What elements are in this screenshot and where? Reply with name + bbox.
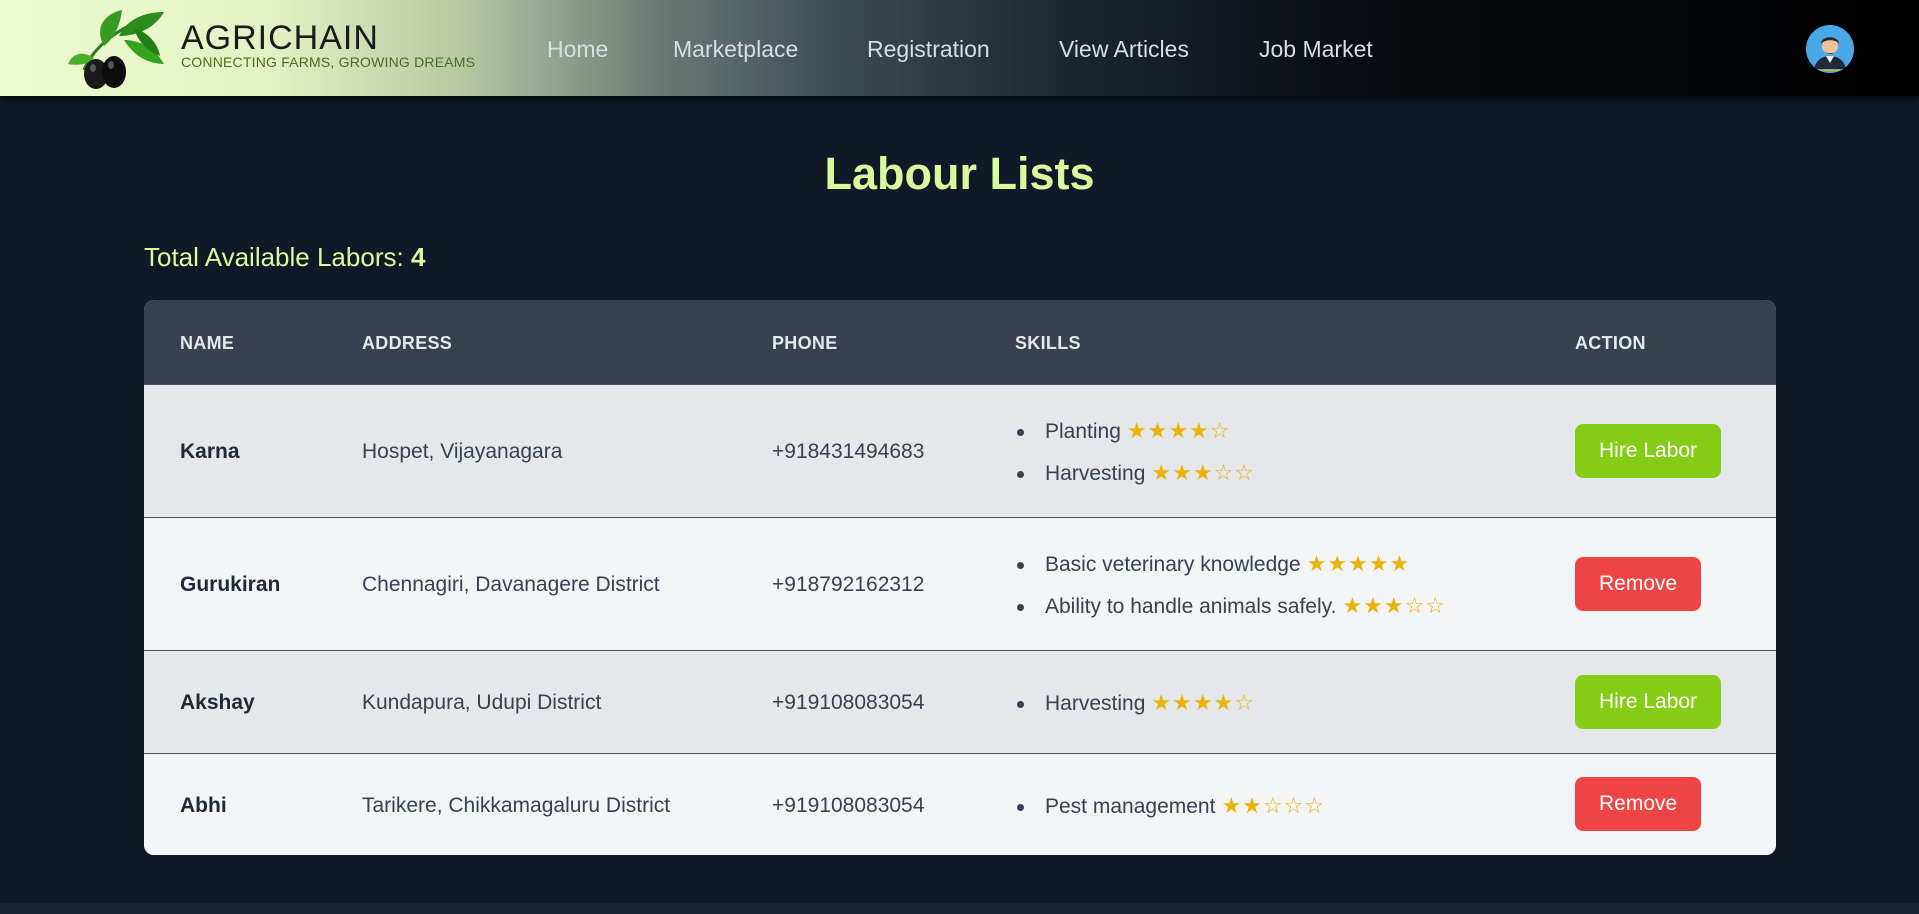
- labor-phone: +918792162312: [772, 573, 925, 596]
- table-row: Abhi Tarikere, Chikkamagaluru District +…: [144, 753, 1776, 855]
- header-action: ACTION: [1575, 333, 1646, 353]
- header-name: NAME: [180, 333, 235, 353]
- labor-phone: +919108083054: [772, 794, 925, 817]
- star-rating: ★★★★★: [1306, 552, 1411, 577]
- skill-label: Harvesting: [1045, 692, 1146, 715]
- bullet-icon: [1017, 604, 1024, 611]
- star-rating: ★★★☆☆: [1342, 594, 1447, 619]
- skill-item: Harvesting ★★★☆☆: [1015, 461, 1255, 487]
- remove-button[interactable]: Remove: [1575, 777, 1702, 831]
- labor-name: Karna: [180, 440, 240, 463]
- skill-label: Ability to handle animals safely.: [1045, 595, 1337, 618]
- table-header: NAME ADDRESS PHONE SKILLS ACTION: [144, 300, 1776, 384]
- skill-label: Pest management: [1045, 795, 1216, 818]
- olive-branch-icon[interactable]: [64, 6, 174, 92]
- skill-item: Harvesting ★★★★☆: [1015, 691, 1255, 717]
- skill-item: Pest management ★★☆☆☆: [1015, 794, 1325, 820]
- brand-name: AGRICHAIN: [181, 19, 379, 57]
- labor-address: Hospet, Vijayanagara: [362, 440, 563, 463]
- top-navbar: AGRICHAIN CONNECTING FARMS, GROWING DREA…: [0, 0, 1919, 96]
- labour-table: NAME ADDRESS PHONE SKILLS ACTION Karna H…: [144, 300, 1776, 855]
- bullet-icon: [1017, 701, 1024, 708]
- skills-list: Planting ★★★★☆ Harvesting ★★★☆☆: [1015, 419, 1255, 487]
- table-row: Gurukiran Chennagiri, Davanagere Distric…: [144, 517, 1776, 650]
- labor-address: Tarikere, Chikkamagaluru District: [362, 794, 671, 817]
- total-label: Total Available Labors:: [144, 242, 404, 272]
- nav-marketplace[interactable]: Marketplace: [673, 35, 798, 63]
- remove-button[interactable]: Remove: [1575, 557, 1702, 611]
- labor-name: Gurukiran: [180, 573, 281, 596]
- header-skills: SKILLS: [1015, 333, 1081, 353]
- labor-name: Akshay: [180, 691, 255, 714]
- footer-strip: [0, 903, 1919, 914]
- page-title: Labour Lists: [824, 148, 1095, 199]
- brand-tagline: CONNECTING FARMS, GROWING DREAMS: [181, 54, 476, 70]
- skills-list: Harvesting ★★★★☆: [1015, 691, 1255, 717]
- skills-list: Pest management ★★☆☆☆: [1015, 794, 1325, 820]
- nav-view-articles[interactable]: View Articles: [1059, 35, 1189, 63]
- total-available-labors: Total Available Labors: 4: [144, 241, 425, 273]
- skills-list: Basic veterinary knowledge ★★★★★ Ability …: [1015, 552, 1446, 620]
- labor-address: Chennagiri, Davanagere District: [362, 573, 660, 596]
- labor-phone: +919108083054: [772, 691, 925, 714]
- skill-label: Harvesting: [1045, 462, 1146, 485]
- bullet-icon: [1017, 429, 1024, 436]
- header-phone: PHONE: [772, 333, 838, 353]
- star-rating: ★★★☆☆: [1151, 461, 1256, 486]
- skill-label: Planting: [1045, 420, 1121, 443]
- bullet-icon: [1017, 804, 1024, 811]
- star-rating: ★★☆☆☆: [1221, 794, 1326, 819]
- skill-label: Basic veterinary knowledge: [1045, 553, 1301, 576]
- labor-phone: +918431494683: [772, 440, 925, 463]
- hire-labor-button[interactable]: Hire Labor: [1575, 675, 1722, 729]
- star-rating: ★★★★☆: [1126, 419, 1231, 444]
- total-count: 4: [410, 242, 426, 272]
- nav-home[interactable]: Home: [547, 35, 608, 63]
- bullet-icon: [1017, 471, 1024, 478]
- skill-item: Planting ★★★★☆: [1015, 419, 1255, 445]
- hire-labor-button[interactable]: Hire Labor: [1575, 424, 1722, 478]
- labor-name: Abhi: [180, 794, 227, 817]
- user-avatar-icon[interactable]: [1806, 25, 1854, 73]
- skill-item: Basic veterinary knowledge ★★★★★: [1015, 552, 1446, 578]
- nav-registration[interactable]: Registration: [867, 35, 990, 63]
- nav-job-market[interactable]: Job Market: [1259, 35, 1373, 63]
- header-address: ADDRESS: [362, 333, 453, 353]
- bullet-icon: [1017, 562, 1024, 569]
- labor-address: Kundapura, Udupi District: [362, 691, 602, 714]
- skill-item: Ability to handle animals safely. ★★★☆☆: [1015, 594, 1446, 620]
- table-row: Karna Hospet, Vijayanagara +918431494683…: [144, 384, 1776, 517]
- table-row: Akshay Kundapura, Udupi District +919108…: [144, 650, 1776, 753]
- star-rating: ★★★★☆: [1151, 691, 1256, 716]
